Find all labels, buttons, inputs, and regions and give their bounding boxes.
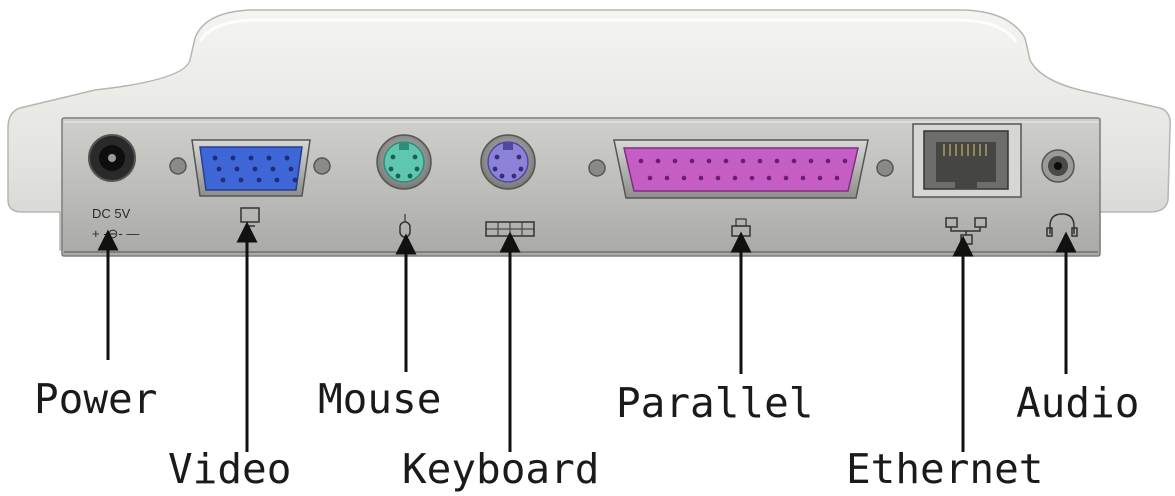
power-rating-label: DC 5V [92, 206, 131, 221]
keyboard-label: Keyboard [402, 445, 600, 493]
device-illustration: DC 5V + -⊖- — [7, 9, 1172, 452]
parallel-label: Parallel [616, 379, 814, 427]
video-label: Video [168, 445, 292, 493]
audio-label: Audio [1016, 379, 1140, 427]
mouse-label: Mouse [318, 375, 442, 423]
device-rear-panel-diagram: DC 5V + -⊖- — Power Video Mouse Keyboard… [0, 0, 1175, 492]
callout-arrows [97, 221, 1077, 452]
ethernet-label: Ethernet [846, 445, 1044, 493]
power-label: Power [34, 375, 158, 423]
polarity-symbol: + -⊖- — [92, 226, 139, 241]
